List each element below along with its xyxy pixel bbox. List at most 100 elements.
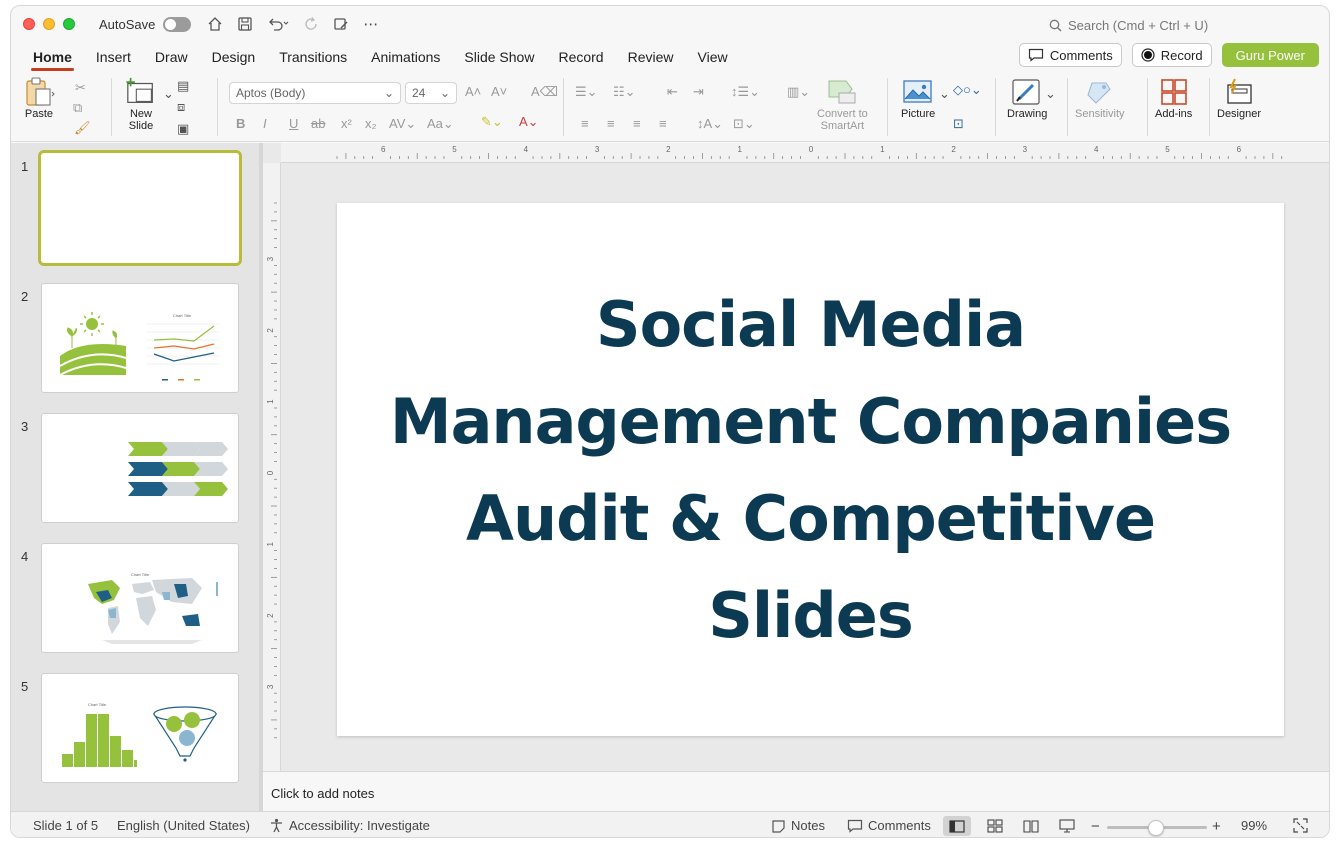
reading-view-button[interactable] <box>1017 816 1045 836</box>
justify-icon[interactable]: ≡ <box>659 116 667 131</box>
slide-thumbnail-1[interactable] <box>38 150 242 266</box>
tab-insert[interactable]: Insert <box>84 43 143 71</box>
underline-icon[interactable]: U <box>289 116 298 131</box>
more-icon[interactable]: ⋯ <box>363 15 378 33</box>
ruler-label: 1 <box>737 145 742 154</box>
font-name-select[interactable]: Aptos (Body) ⌄ <box>229 82 401 104</box>
paste-button[interactable]: Paste <box>23 76 55 120</box>
slide-canvas[interactable]: Social Media Management Companies Audit … <box>337 203 1284 736</box>
strikethrough-icon[interactable]: ab <box>311 116 325 131</box>
text-direction-icon[interactable]: ↕A⌄ <box>697 116 723 132</box>
shapes-icon[interactable]: ◇○⌄ <box>953 82 982 98</box>
autosave-toggle[interactable] <box>163 16 192 32</box>
comments-toggle-button[interactable]: Comments <box>847 818 931 833</box>
line-spacing-icon[interactable]: ↕☰⌄ <box>731 84 760 100</box>
change-case-icon[interactable]: Aa⌄ <box>427 116 454 132</box>
undo-icon[interactable] <box>267 16 289 32</box>
decrease-font-size-icon[interactable]: A˅ <box>491 84 507 99</box>
increase-indent-icon[interactable]: ⇥ <box>693 84 704 100</box>
character-spacing-icon[interactable]: AV⌄ <box>389 116 416 132</box>
ruler-label: 1 <box>880 145 885 154</box>
italic-icon[interactable]: I <box>263 116 267 131</box>
notes-toggle-button[interactable]: Notes <box>771 818 825 833</box>
slide-show-button[interactable] <box>1053 816 1081 836</box>
tab-animations[interactable]: Animations <box>359 43 452 71</box>
tab-transitions[interactable]: Transitions <box>267 43 359 71</box>
tab-view[interactable]: View <box>686 43 740 71</box>
copy-icon[interactable]: ⧉ <box>73 100 82 116</box>
record-button[interactable]: Record <box>1131 43 1212 67</box>
zoom-slider-handle[interactable] <box>1148 820 1164 836</box>
superscript-icon[interactable]: x² <box>341 116 352 131</box>
zoom-window-button[interactable] <box>63 18 75 30</box>
zoom-in-button[interactable]: + <box>1212 818 1221 835</box>
text-box-icon[interactable]: ⊡ <box>953 116 964 132</box>
designer-button[interactable]: Designer <box>1217 76 1261 120</box>
drawing-dropdown-icon[interactable]: ⌄ <box>1045 86 1056 102</box>
zoom-level[interactable]: 99% <box>1241 818 1267 833</box>
ruler-label: 5 <box>452 145 457 154</box>
home-icon[interactable] <box>207 16 223 32</box>
redo-icon[interactable] <box>303 16 319 32</box>
picture-button[interactable]: Picture <box>901 76 935 120</box>
comments-button[interactable]: Comments <box>1018 43 1122 67</box>
convert-to-smartart-button[interactable]: Convert to SmartArt <box>817 76 868 132</box>
tab-slide-show[interactable]: Slide Show <box>452 43 546 71</box>
slide-title[interactable]: Social Media Management Companies Audit … <box>361 276 1261 664</box>
new-slide-button[interactable]: New Slide <box>125 76 157 132</box>
numbering-icon[interactable]: ☷⌄ <box>613 84 636 100</box>
customize-toolbar-icon[interactable] <box>333 16 349 32</box>
highlight-icon[interactable]: ✎⌄ <box>481 114 503 130</box>
align-center-icon[interactable]: ≡ <box>607 116 615 131</box>
tab-record[interactable]: Record <box>546 43 615 71</box>
section-icon[interactable]: ▣ <box>177 121 189 137</box>
slide-thumbnail-4[interactable]: Chart Title <box>41 543 239 653</box>
normal-view-button[interactable] <box>943 816 971 836</box>
tab-design[interactable]: Design <box>200 43 268 71</box>
picture-dropdown-icon[interactable]: ⌄ <box>939 86 950 102</box>
reset-slide-icon[interactable]: ⧈ <box>177 99 185 115</box>
bullets-icon[interactable]: ☰⌄ <box>575 84 598 100</box>
close-window-button[interactable] <box>23 18 35 30</box>
drawing-button[interactable]: Drawing <box>1007 76 1047 120</box>
save-icon[interactable] <box>237 16 253 32</box>
fit-to-window-button[interactable] <box>1293 818 1308 833</box>
tab-draw[interactable]: Draw <box>143 43 200 71</box>
add-ins-button[interactable]: Add-ins <box>1155 76 1192 120</box>
layout-icon[interactable]: ▤ <box>177 78 189 94</box>
sensitivity-button[interactable]: Sensitivity <box>1075 76 1125 120</box>
thumb-number: 5 <box>21 679 29 694</box>
new-slide-icon <box>125 76 157 108</box>
slide-thumbnail-3[interactable] <box>41 413 239 523</box>
guru-power-button[interactable]: Guru Power <box>1221 43 1319 67</box>
tab-home[interactable]: Home <box>21 43 84 71</box>
bold-icon[interactable]: B <box>236 116 245 131</box>
clear-formatting-icon[interactable]: A⌫ <box>531 84 558 100</box>
align-right-icon[interactable]: ≡ <box>633 116 641 131</box>
slide-sorter-button[interactable] <box>981 816 1009 836</box>
columns-icon[interactable]: ▥⌄ <box>787 84 810 100</box>
slide-thumbnail-5[interactable]: Chart Title <box>41 673 239 783</box>
subscript-icon[interactable]: x₂ <box>365 116 377 131</box>
cut-icon[interactable]: ✂ <box>75 80 86 96</box>
font-size-select[interactable]: 24 ⌄ <box>405 82 457 104</box>
accessibility-status[interactable]: Accessibility: Investigate <box>269 818 430 833</box>
minimize-window-button[interactable] <box>43 18 55 30</box>
ruler-label: 4 <box>1094 145 1099 154</box>
slide-thumbnail-2[interactable]: Chart Title <box>41 283 239 393</box>
convert-label-2: SmartArt <box>820 120 865 132</box>
decrease-indent-icon[interactable]: ⇤ <box>667 84 678 100</box>
search-box[interactable]: Search (Cmd + Ctrl + U) <box>1049 18 1208 33</box>
zoom-out-button[interactable]: − <box>1091 818 1100 835</box>
align-text-icon[interactable]: ⊡⌄ <box>733 116 755 132</box>
new-slide-dropdown-icon[interactable]: ⌄ <box>163 86 174 102</box>
language-status[interactable]: English (United States) <box>117 818 250 833</box>
chevron-down-icon: ⌄ <box>383 86 394 100</box>
notes-pane[interactable]: Click to add notes <box>263 771 1329 811</box>
tab-review[interactable]: Review <box>616 43 686 71</box>
format-painter-icon[interactable]: 🖌 <box>74 120 91 136</box>
increase-font-size-icon[interactable]: A˄ <box>465 84 481 99</box>
fit-window-icon <box>1293 818 1308 833</box>
font-color-icon[interactable]: A⌄ <box>519 114 539 130</box>
align-left-icon[interactable]: ≡ <box>581 116 589 131</box>
